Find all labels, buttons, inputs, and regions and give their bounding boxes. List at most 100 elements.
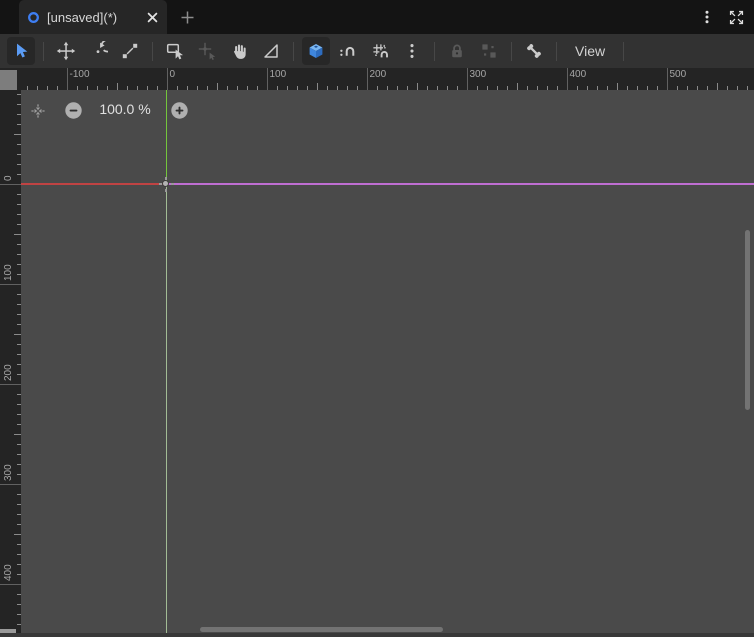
toolbar-separator (623, 41, 625, 61)
zoom-reset-button[interactable]: 100.0 % (85, 101, 165, 117)
ruler-label: 400 (569, 69, 587, 80)
toolbar-separator (152, 41, 153, 61)
ruler-tick (0, 184, 21, 185)
plus-icon (181, 11, 194, 23)
ruler-label: 500 (669, 69, 687, 80)
zoom-out-button[interactable] (64, 101, 83, 120)
horizontal-ruler[interactable]: -100 0 100 200 300 400 500 (21, 68, 754, 90)
scrollbar-corner (0, 629, 16, 633)
view-menu-button[interactable]: View (563, 43, 617, 59)
expand-arrows-icon (729, 10, 744, 24)
ruler-tick (14, 434, 21, 435)
y-axis-line-below-origin (165, 184, 168, 633)
ruler-corner (0, 68, 21, 90)
ruler-tick (266, 68, 268, 90)
vertical-ruler[interactable]: 0 100 200 300 400 (0, 90, 21, 637)
ruler-label: 200 (369, 69, 387, 80)
ruler-tick (316, 83, 318, 90)
scene-tab-title: [unsaved](*) (47, 9, 118, 25)
ruler-tick (14, 334, 21, 335)
scale-icon (120, 41, 140, 61)
pan-tool[interactable] (225, 37, 253, 65)
zoom-in-button[interactable] (170, 101, 189, 120)
origin-gizmo (159, 176, 174, 192)
ruler-tick (716, 83, 718, 90)
tool-buttons (5, 37, 563, 65)
select-arrow-icon (11, 41, 31, 61)
lock-icon (447, 41, 467, 61)
ruler-tick (0, 384, 21, 385)
kebab-icon (402, 41, 422, 61)
ruler-label: 0 (169, 69, 176, 80)
viewport-canvas[interactable] (21, 90, 754, 637)
ruler-label: 100 (3, 264, 14, 281)
origin-nub (165, 188, 167, 192)
cube-icon (306, 41, 326, 61)
ruler-label: 200 (3, 364, 14, 381)
scene-circle-icon (27, 11, 40, 24)
skeleton-options-menu[interactable] (520, 37, 548, 65)
toolbar-separator (511, 41, 512, 61)
tab-menu-button[interactable] (699, 9, 715, 25)
close-icon[interactable] (146, 11, 159, 24)
snap-options-menu[interactable] (398, 37, 426, 65)
smart-snap-toggle[interactable] (334, 37, 362, 65)
ruler-label: 300 (469, 69, 487, 80)
origin-handle (162, 179, 169, 187)
expand-button[interactable] (728, 9, 745, 26)
toolbar-separator (434, 41, 435, 61)
move-tool[interactable] (52, 37, 80, 65)
x-axis-line-left-of-origin (21, 183, 167, 185)
horizontal-scrollbar-thumb[interactable] (200, 627, 443, 632)
bone-icon (524, 41, 544, 61)
snap-cube-toggle[interactable] (302, 37, 330, 65)
ruler-tick (666, 68, 668, 90)
pivot-icon (197, 41, 217, 61)
ruler-triangle-icon (261, 41, 281, 61)
list-select-tool[interactable] (161, 37, 189, 65)
ruler-tick (166, 68, 168, 90)
ruler-tick (14, 534, 21, 535)
editor-window: [unsaved](*) View -100 0 100 200 300 400 500 0… (0, 0, 754, 637)
ruler-tick (116, 83, 118, 90)
toolbar-separator (43, 41, 44, 61)
ruler-tick (0, 284, 21, 285)
ruler-tick (0, 584, 21, 585)
grid-snap-toggle[interactable] (366, 37, 394, 65)
rotate-tool[interactable] (84, 37, 112, 65)
center-view-button[interactable] (28, 101, 47, 120)
center-view-icon (30, 103, 45, 118)
lock-selection-button[interactable] (443, 37, 471, 65)
new-tab-button[interactable] (180, 10, 195, 25)
pivot-tool[interactable] (193, 37, 221, 65)
group-squares-icon (479, 41, 499, 61)
scale-tool[interactable] (116, 37, 144, 65)
vertical-scrollbar-thumb[interactable] (745, 230, 750, 410)
toolbar-separator (556, 41, 557, 61)
ruler-tick (616, 83, 618, 90)
origin-nub (171, 182, 174, 185)
tabbar-right-controls (699, 0, 754, 34)
group-selection-button[interactable] (475, 37, 503, 65)
minus-circle-icon (65, 102, 82, 119)
kebab-menu-icon (705, 10, 709, 24)
measure-tool[interactable] (257, 37, 285, 65)
ruler-label: -100 (69, 69, 90, 80)
ruler-tick (466, 68, 468, 90)
ruler-tick (416, 83, 418, 90)
scene-tabbar: [unsaved](*) (0, 0, 754, 34)
ruler-tick (14, 234, 21, 235)
ruler-label: 100 (269, 69, 287, 80)
magnet-icon (338, 41, 358, 61)
scene-tab[interactable]: [unsaved](*) (19, 0, 167, 34)
bottom-edge-strip (0, 633, 754, 637)
grid-magnet-icon (370, 41, 390, 61)
ruler-tick (366, 68, 368, 90)
select-tool[interactable] (7, 37, 35, 65)
toolbar-separator (293, 41, 294, 61)
ruler-tick (66, 68, 68, 90)
viewport-toolbar: View (0, 34, 754, 68)
ruler-label: 0 (3, 175, 14, 181)
move-icon (56, 41, 76, 61)
ruler-tick (0, 484, 21, 485)
